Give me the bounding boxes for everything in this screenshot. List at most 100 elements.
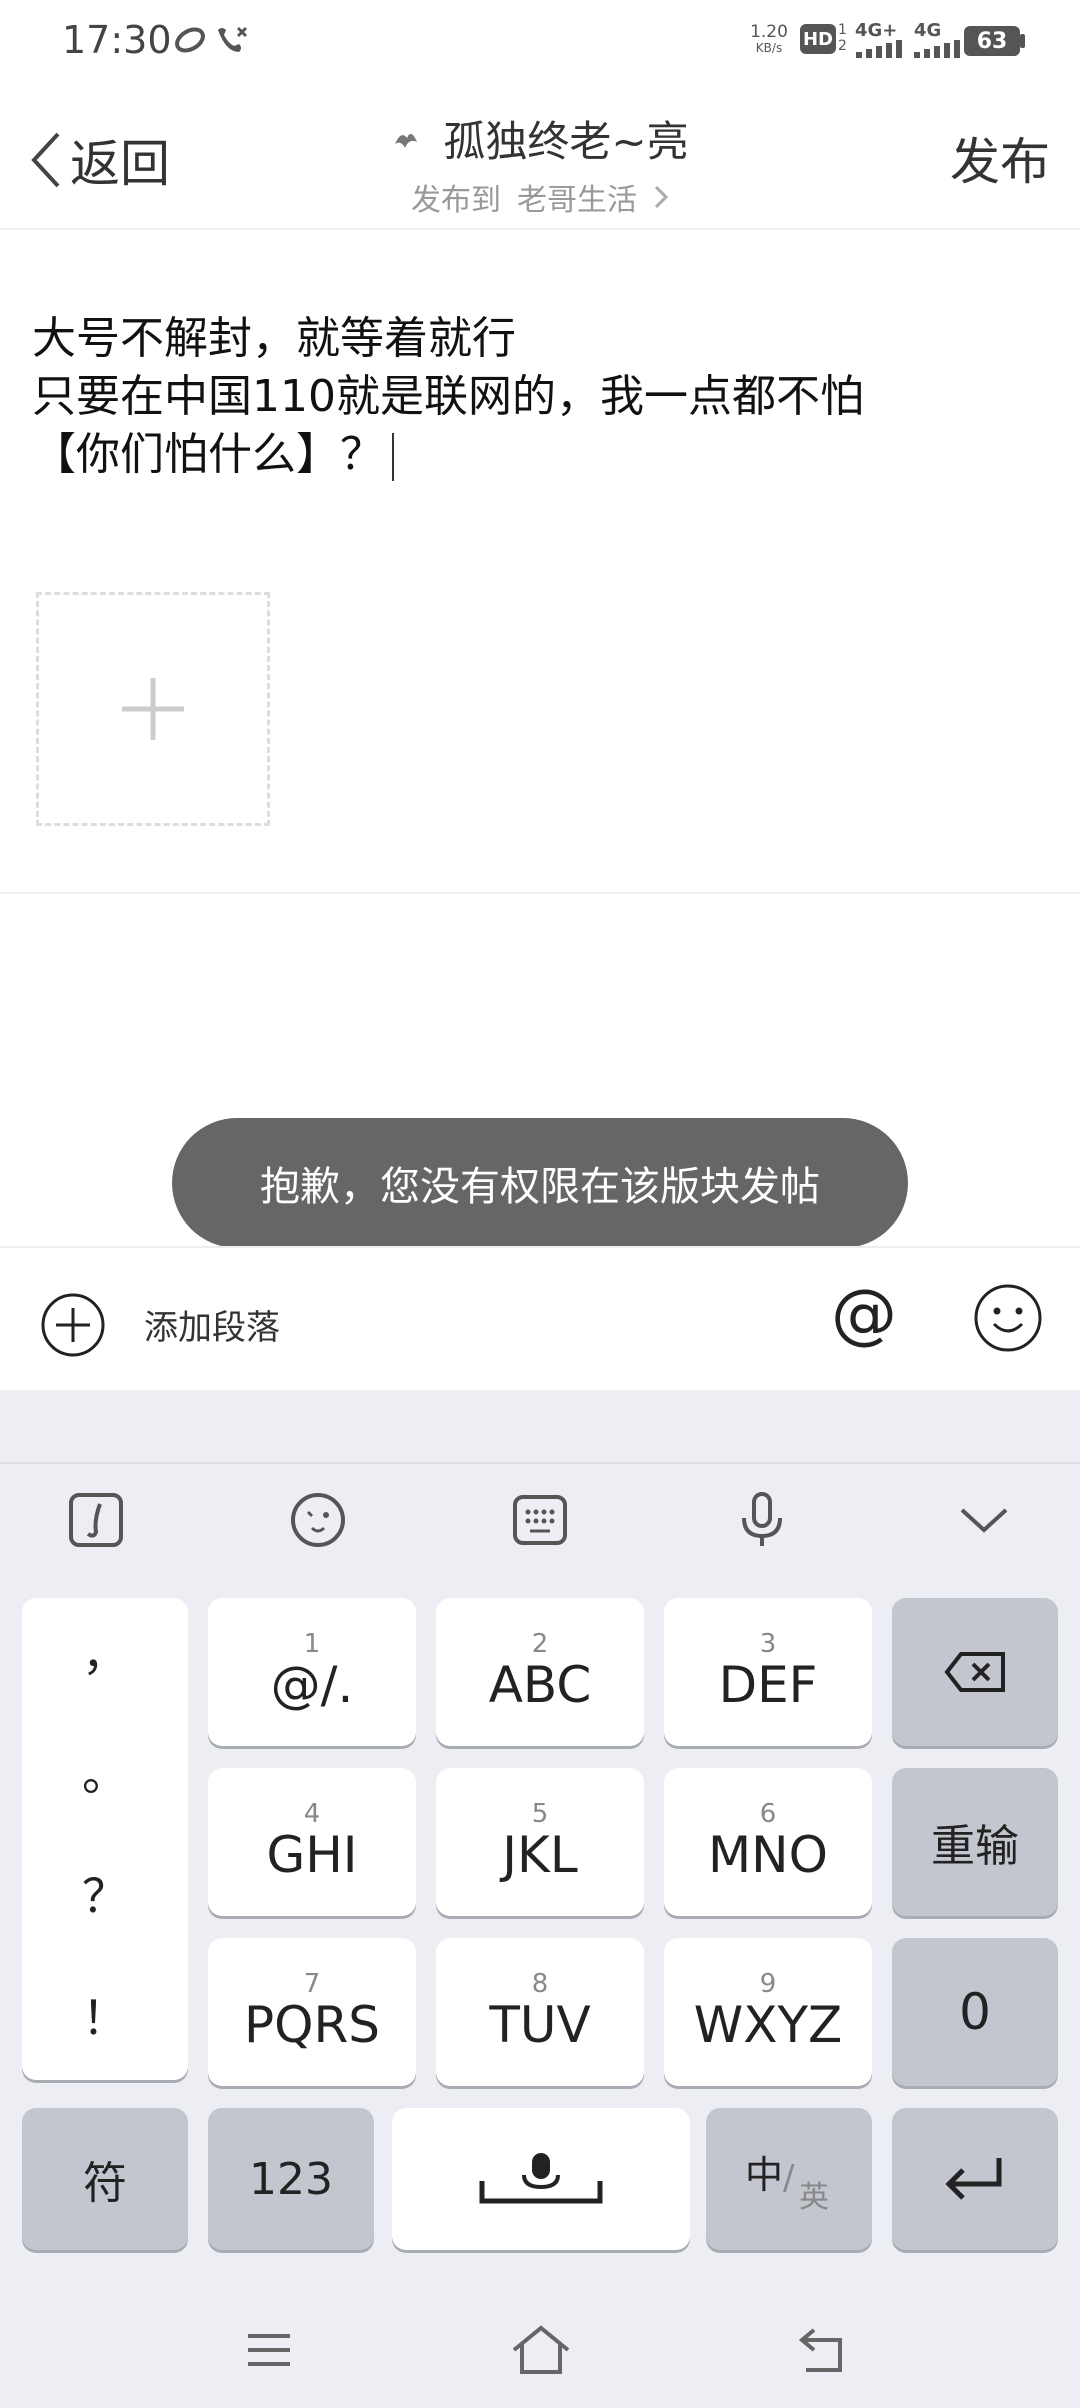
punct-key[interactable]: ！	[22, 1982, 188, 2048]
mention-at-icon[interactable]: @	[824, 1278, 904, 1358]
network-speed-value: 1.20	[750, 22, 788, 42]
keyboard-candidate-strip	[0, 1390, 1080, 1464]
backspace-key[interactable]	[892, 1598, 1058, 1746]
key-label: PQRS	[244, 1996, 380, 2054]
symbols-label: 符	[83, 2158, 127, 2209]
add-image-button[interactable]	[36, 592, 270, 826]
text-caret	[392, 433, 394, 481]
key-7[interactable]: 7 PQRS	[208, 1938, 416, 2086]
svg-text:@: @	[831, 1278, 897, 1352]
toast-message: 抱歉，您没有权限在该版块发帖	[260, 1164, 820, 1210]
zero-label: 0	[959, 1983, 991, 2041]
handwriting-icon	[69, 1493, 123, 1547]
emoji-icon[interactable]	[968, 1278, 1048, 1358]
reenter-key[interactable]: 重输	[892, 1768, 1058, 1916]
permission-toast: 抱歉，您没有权限在该版块发帖	[172, 1118, 908, 1248]
keyboard-layout-button[interactable]	[506, 1486, 574, 1554]
punct-key[interactable]: ，	[22, 1618, 188, 1684]
punct-key[interactable]: ？	[22, 1860, 188, 1926]
keyboard-hide-button[interactable]	[950, 1486, 1018, 1554]
chevron-right-icon	[654, 185, 669, 209]
publish-button[interactable]: 发布	[950, 122, 1050, 194]
key-6[interactable]: 6 MNO	[664, 1768, 872, 1916]
key-9[interactable]: 9 WXYZ	[664, 1938, 872, 2086]
sim1-tech: 4G+	[855, 20, 898, 41]
enter-key[interactable]	[892, 2108, 1058, 2250]
system-nav-bar	[0, 2292, 1080, 2408]
keyboard-icon	[513, 1495, 567, 1545]
keyboard: ， 。 ？ ！ 1 @/. 2 ABC 3 DEF 4 GHI 5 JKL 6 …	[0, 1390, 1080, 2408]
numbers-key[interactable]: 123	[208, 2108, 374, 2250]
battery-level: 63	[976, 28, 1008, 54]
keyboard-emoji-button[interactable]	[284, 1486, 352, 1554]
publish-target[interactable]: 发布到 老哥生活	[0, 175, 1080, 219]
board-name: 老哥生活	[517, 183, 637, 218]
home-icon[interactable]	[510, 2324, 572, 2376]
lang-slash: /	[783, 2158, 795, 2198]
sim2-tech: 4G	[914, 20, 942, 41]
network-speed-unit: KB/s	[755, 41, 783, 55]
key-label: DEF	[718, 1656, 818, 1714]
language-switch-labels: 中 / 英	[739, 2144, 839, 2215]
signal-sim1-icon	[856, 40, 902, 58]
keyboard-voice-button[interactable]	[728, 1486, 796, 1554]
post-header-center: 孤独终老~亮 发布到 老哥生活	[0, 108, 1080, 219]
plus-icon	[122, 678, 184, 740]
key-4[interactable]: 4 GHI	[208, 1768, 416, 1916]
add-paragraph-icon[interactable]	[40, 1292, 106, 1358]
sim-index-icon: 12	[838, 22, 847, 54]
publish-to-label: 发布到	[411, 183, 501, 218]
key-5[interactable]: 5 JKL	[436, 1768, 644, 1916]
content-divider	[0, 892, 1080, 894]
hd-badge: HD	[800, 24, 836, 54]
microphone-icon	[742, 1492, 782, 1546]
key-label: ABC	[488, 1656, 592, 1714]
battery-tip	[1020, 34, 1025, 48]
post-line: 只要在中国110就是联网的，我一点都不怕	[32, 371, 864, 422]
key-label: TUV	[489, 1996, 591, 2054]
battery-icon: 63	[964, 26, 1020, 56]
key-label: MNO	[708, 1826, 828, 1884]
space-voice-icon	[479, 2153, 603, 2204]
status-time: 17:30	[62, 18, 172, 62]
post-line: 大号不解封，就等着就行	[32, 313, 516, 364]
chevron-down-icon	[960, 1508, 1008, 1533]
key-8[interactable]: 8 TUV	[436, 1938, 644, 2086]
post-line-text: 【你们怕什么】？	[32, 429, 384, 480]
status-bar: 17:30 1.20 KB/s HD 12 4G+ 4G 63	[0, 0, 1080, 88]
language-switch-key[interactable]: 中 / 英	[706, 2108, 872, 2250]
punctuation-column[interactable]: ， 。 ？ ！	[22, 1598, 188, 2080]
backspace-icon	[944, 1652, 1005, 1692]
punct-key[interactable]: 。	[22, 1738, 188, 1804]
wifi-calling-icon	[218, 26, 248, 52]
menu-icon[interactable]	[244, 2328, 294, 2372]
network-speed: 1.20 KB/s	[748, 24, 790, 56]
lang-main: 中	[745, 2153, 784, 2197]
add-paragraph-label[interactable]: 添加段落	[144, 1300, 280, 1349]
post-text-area[interactable]: 大号不解封，就等着就行 只要在中国110就是联网的，我一点都不怕 【你们怕什么】…	[32, 310, 1032, 484]
lang-alt: 英	[799, 2180, 829, 2215]
key-3[interactable]: 3 DEF	[664, 1598, 872, 1746]
author-name: 孤独终老~亮	[443, 117, 689, 166]
signal-sim2-icon	[914, 40, 960, 58]
author-avatar-icon	[395, 133, 418, 148]
key-label: WXYZ	[693, 1996, 843, 2054]
post-line-last: 【你们怕什么】？	[32, 426, 1032, 484]
keyboard-handwriting-button[interactable]	[62, 1486, 130, 1554]
sync-icon	[175, 27, 205, 53]
reenter-label: 重输	[931, 1821, 1019, 1872]
symbols-key[interactable]: 符	[22, 2108, 188, 2250]
keyboard-emoji-icon	[291, 1493, 345, 1547]
zero-key[interactable]: 0	[892, 1938, 1058, 2086]
key-2[interactable]: 2 ABC	[436, 1598, 644, 1746]
key-1[interactable]: 1 @/.	[208, 1598, 416, 1746]
editor-toolbar: 添加段落 @	[0, 1246, 1080, 1392]
key-label: @/.	[270, 1656, 354, 1714]
key-label: GHI	[266, 1826, 358, 1884]
header-divider	[0, 228, 1080, 230]
enter-icon	[945, 2158, 1002, 2200]
space-key[interactable]	[392, 2108, 690, 2250]
back-nav-icon[interactable]	[796, 2326, 850, 2374]
key-label: JKL	[502, 1826, 578, 1884]
numbers-label: 123	[249, 2153, 333, 2205]
